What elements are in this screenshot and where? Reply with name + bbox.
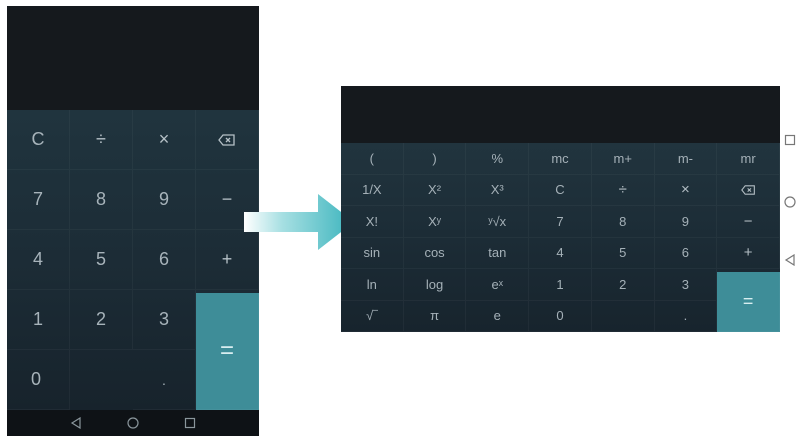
key-3-5[interactable]: 6 xyxy=(654,237,718,269)
portrait-keypad: C ÷ × 7 8 9 − 4 5 6 + 1 2 3 = 0 . xyxy=(7,110,259,410)
landscape-nav-bar xyxy=(780,86,798,332)
key-5-2[interactable]: e xyxy=(466,300,530,332)
key-backspace[interactable] xyxy=(717,174,780,206)
key-2-3[interactable]: 7 xyxy=(529,206,592,238)
portrait-nav-bar xyxy=(7,410,259,436)
key-5-1[interactable]: π xyxy=(403,300,467,332)
key-1-4[interactable]: ÷ xyxy=(591,174,655,206)
home-icon[interactable] xyxy=(126,416,140,430)
key-2-2[interactable]: ʸ√x xyxy=(466,206,530,238)
key-0-4[interactable]: m+ xyxy=(591,143,655,175)
key-0-1[interactable]: ) xyxy=(403,143,467,175)
key-3-1[interactable]: cos xyxy=(403,237,467,269)
key-2-4[interactable]: 8 xyxy=(591,206,655,238)
key-4-5[interactable]: 3 xyxy=(654,269,718,301)
portrait-display xyxy=(7,6,259,110)
key-2-0[interactable]: X! xyxy=(341,206,404,238)
key-8[interactable]: 8 xyxy=(70,170,133,230)
transition-arrow-icon xyxy=(244,194,354,250)
key-1-5[interactable]: × xyxy=(654,174,718,206)
key-3-4[interactable]: 5 xyxy=(591,237,655,269)
key-2[interactable]: 2 xyxy=(70,290,133,350)
key-1-3[interactable]: C xyxy=(529,174,592,206)
key-3-6[interactable]: + xyxy=(717,237,780,269)
key-decimal[interactable]: . xyxy=(133,350,196,410)
key-5[interactable]: 5 xyxy=(70,230,133,290)
key-6[interactable]: 6 xyxy=(133,230,196,290)
key-4-0[interactable]: ln xyxy=(341,269,404,301)
key-2-5[interactable]: 9 xyxy=(654,206,718,238)
key-4-1[interactable]: log xyxy=(403,269,467,301)
key-4-2[interactable]: eˣ xyxy=(466,269,530,301)
home-icon[interactable] xyxy=(784,196,796,208)
key-3-0[interactable]: sin xyxy=(341,237,404,269)
key-backspace[interactable] xyxy=(196,110,259,170)
key-4-3[interactable]: 1 xyxy=(529,269,592,301)
portrait-calculator: C ÷ × 7 8 9 − 4 5 6 + 1 2 3 = 0 . xyxy=(7,6,259,436)
backspace-icon xyxy=(218,133,235,146)
key-3-3[interactable]: 4 xyxy=(529,237,592,269)
key-equals[interactable]: = xyxy=(717,272,780,332)
key-5-5[interactable]: . xyxy=(654,300,718,332)
back-icon[interactable] xyxy=(784,254,796,266)
recents-icon[interactable] xyxy=(784,134,796,146)
key-7[interactable]: 7 xyxy=(7,170,70,230)
key-3[interactable]: 3 xyxy=(133,290,196,350)
key-clear[interactable]: C xyxy=(7,110,70,170)
key-4-4[interactable]: 2 xyxy=(591,269,655,301)
landscape-keypad: ()% mc m+ m-mr 1/X X² X³ C ÷ × X! Xʸ ʸ√x 7 8 9− sin cos ta… xyxy=(341,143,780,332)
key-5-3[interactable]: 0 xyxy=(529,300,592,332)
recents-icon[interactable] xyxy=(183,416,197,430)
key-9[interactable]: 9 xyxy=(133,170,196,230)
backspace-icon xyxy=(740,185,755,195)
key-divide[interactable]: ÷ xyxy=(70,110,133,170)
key-5-0[interactable]: √‾ xyxy=(341,300,404,332)
key-multiply[interactable]: × xyxy=(133,110,196,170)
back-icon[interactable] xyxy=(69,416,83,430)
key-1-2[interactable]: X³ xyxy=(466,174,530,206)
landscape-calculator: ()% mc m+ m-mr 1/X X² X³ C ÷ × X! Xʸ ʸ√x 7 8 9− sin cos ta… xyxy=(341,86,780,332)
landscape-display xyxy=(341,86,780,143)
key-2-1[interactable]: Xʸ xyxy=(403,206,467,238)
key-equals[interactable]: = xyxy=(196,293,259,410)
key-3-2[interactable]: tan xyxy=(466,237,530,269)
key-0-3[interactable]: mc xyxy=(529,143,592,175)
key-0[interactable]: 0 xyxy=(7,350,70,410)
key-0-0[interactable]: ( xyxy=(341,143,404,175)
key-0-2[interactable]: % xyxy=(466,143,530,175)
key-0-5[interactable]: m- xyxy=(654,143,718,175)
key-1-0[interactable]: 1/X xyxy=(341,174,404,206)
key-blank xyxy=(591,300,655,332)
key-1[interactable]: 1 xyxy=(7,290,70,350)
key-4[interactable]: 4 xyxy=(7,230,70,290)
key-2-6[interactable]: − xyxy=(717,206,780,238)
key-1-1[interactable]: X² xyxy=(403,174,467,206)
key-0-6[interactable]: mr xyxy=(717,143,780,175)
